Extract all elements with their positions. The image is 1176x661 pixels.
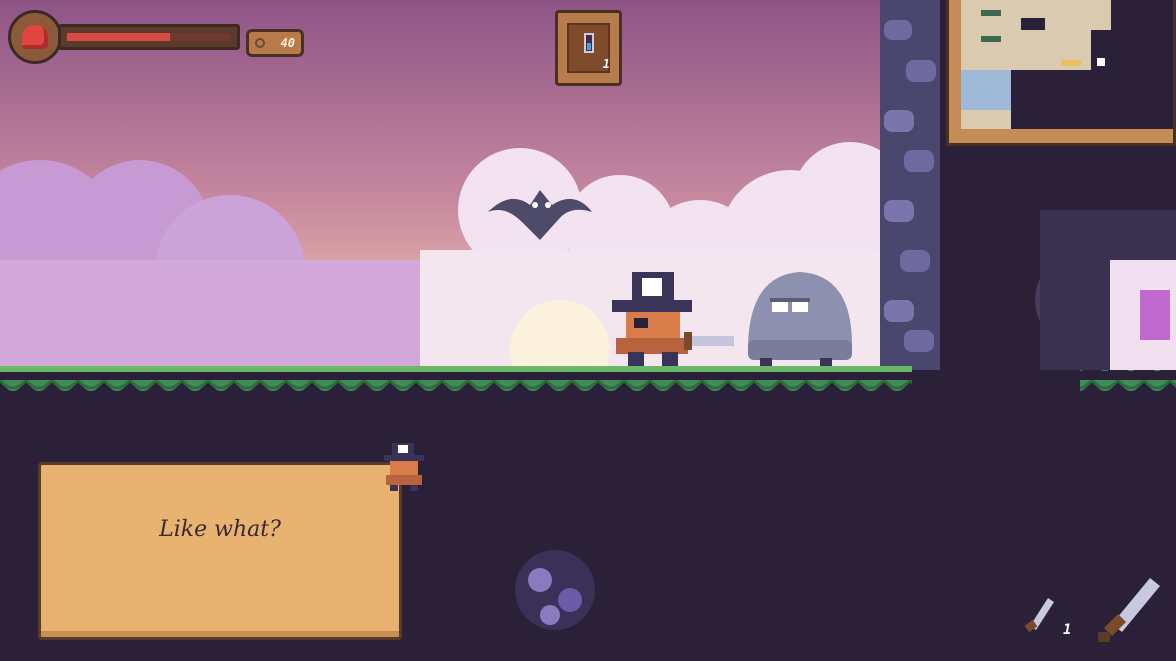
health-heart-frame [8, 10, 62, 64]
minimap [946, 0, 1176, 146]
dialog-box[interactable]: Like what? [38, 462, 402, 640]
health-bar-fill [67, 33, 170, 41]
blue-potion-icon [584, 33, 594, 53]
grass-platform [0, 368, 912, 400]
item-slot[interactable]: 1 [555, 10, 622, 86]
dialog-text: Like what? [159, 517, 281, 542]
grass-top [0, 366, 912, 372]
health-bar [58, 24, 240, 50]
rock-arch [1035, 210, 1176, 370]
pirate-captain-portrait [384, 443, 424, 491]
item-count: 1 [602, 57, 610, 71]
rock-column [880, 0, 940, 370]
coin-count: 40 [280, 36, 295, 50]
coin-icon [255, 38, 265, 48]
minimap-view [961, 0, 1173, 129]
throwing-knife-count: 1 [1063, 622, 1072, 638]
coin-counter: 40 [246, 29, 304, 57]
grass-ledge-right [1080, 370, 1176, 394]
minimap-map [961, 0, 1173, 129]
crystal-cluster [515, 550, 595, 630]
heart-icon [22, 25, 48, 49]
